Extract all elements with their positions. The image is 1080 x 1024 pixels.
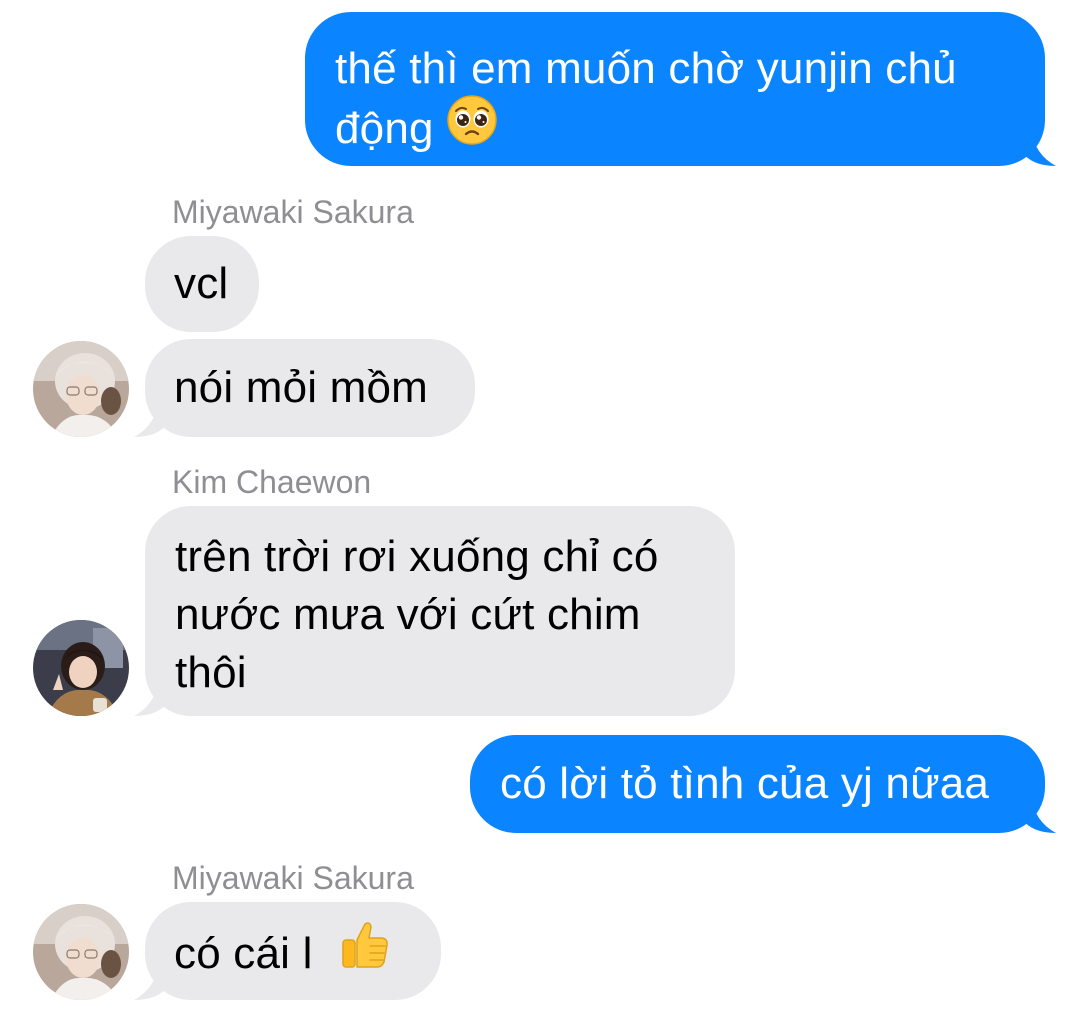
outgoing-bubble-tail [1022,130,1056,166]
message-text-line: thế thì em muốn chờ yunjin chủ [335,44,957,93]
outgoing-message-bubble[interactable]: có lời tỏ tình của yj nữaa [470,735,1045,833]
avatar-chaewon[interactable] [33,620,129,716]
incoming-bubble-tail [134,964,168,1000]
sender-name: Miyawaki Sakura [172,194,414,230]
message-text: trên trời rơi xuống chỉ có nước mưa với … [175,532,659,697]
sender-name: Miyawaki Sakura [172,860,414,896]
avatar-sakura[interactable] [33,341,129,437]
outgoing-message-bubble[interactable]: thế thì em muốn chờ yunjin chủ động [305,12,1045,166]
incoming-message-bubble[interactable]: nói mỏi mồm [145,339,475,437]
avatar-sakura[interactable] [33,904,129,1000]
message-text-line: động [335,95,1015,165]
incoming-message-bubble[interactable]: trên trời rơi xuống chỉ có nước mưa với … [145,506,735,716]
incoming-message-bubble[interactable]: có cái l [145,902,441,1000]
thumbs-up-icon [337,918,391,987]
incoming-message-bubble[interactable]: vcl [145,236,259,332]
message-text: có lời tỏ tình của yj nữaa [500,759,990,808]
sender-name: Kim Chaewon [172,464,372,500]
message-text: có cái l [174,922,412,991]
outgoing-bubble-tail [1022,797,1056,833]
message-text: nói mỏi mồm [174,363,429,412]
incoming-bubble-tail [134,680,168,716]
incoming-bubble-tail [134,401,168,437]
pleading-face-icon [446,94,498,161]
message-text: vcl [174,259,229,308]
